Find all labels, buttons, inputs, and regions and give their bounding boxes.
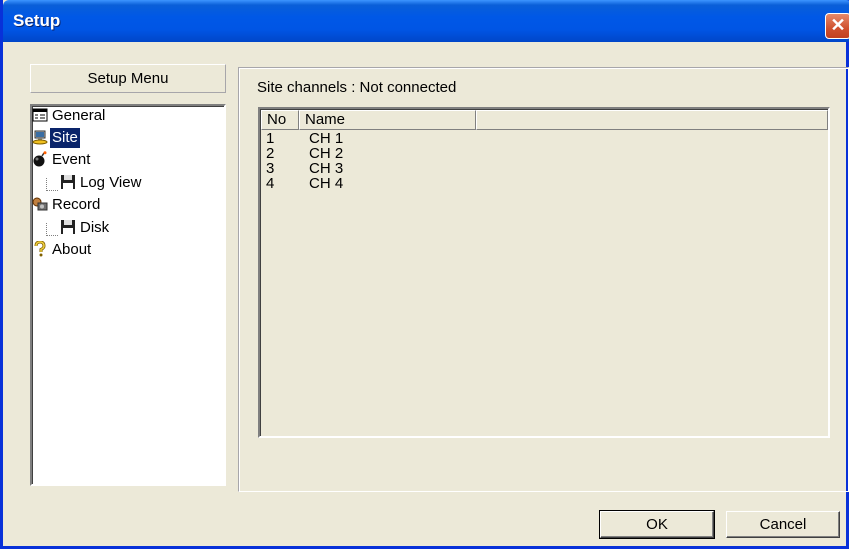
list-item-name[interactable]: CH 4 [309, 176, 343, 191]
tree-item-event[interactable]: Event [32, 150, 92, 170]
list-item-no[interactable]: 1 [266, 131, 274, 146]
close-icon: ✕ [830, 15, 846, 35]
tree-item-label: Event [52, 151, 91, 168]
setup-menu-tree[interactable]: General Site Event Log View Record Disk … [30, 104, 226, 486]
list-item-name[interactable]: CH 3 [309, 161, 343, 176]
ok-button[interactable]: OK [599, 510, 715, 539]
question-mark-icon [32, 240, 48, 257]
setup-menu-header: Setup Menu [30, 64, 226, 93]
list-item-no[interactable]: 2 [266, 146, 274, 161]
list-item-name[interactable]: CH 1 [309, 131, 343, 146]
site-status-text: Site channels : Not connected [257, 79, 457, 96]
tree-item-label: Log View [80, 174, 142, 191]
tree-item-general[interactable]: General [32, 106, 107, 126]
title-bar[interactable]: Setup ✕ [3, 0, 849, 42]
tree-item-label: About [52, 241, 92, 258]
tree-item-log-view[interactable]: Log View [60, 173, 143, 193]
list-item-no[interactable]: 3 [266, 161, 274, 176]
tree-item-label: General [52, 107, 106, 124]
channel-list[interactable]: No Name 1 CH 1 2 CH 2 3 CH 3 4 CH 4 [258, 107, 830, 438]
cancel-button[interactable]: Cancel [726, 511, 840, 538]
tree-item-label: Disk [80, 219, 110, 236]
floppy-disk-icon [60, 219, 76, 235]
bomb-icon [32, 151, 48, 167]
column-header-no[interactable]: No [261, 110, 299, 130]
close-button[interactable]: ✕ [825, 13, 849, 39]
tree-item-record[interactable]: Record [32, 195, 102, 215]
floppy-disk-icon [60, 174, 76, 190]
list-item-name[interactable]: CH 2 [309, 146, 343, 161]
properties-icon [32, 107, 48, 123]
tree-item-label: Record [52, 196, 101, 213]
tree-item-label: Site [49, 127, 81, 149]
setup-dialog: Setup ✕ Setup Menu General Site Event Lo… [0, 0, 849, 549]
network-computer-icon [32, 129, 48, 145]
list-item-no[interactable]: 4 [266, 176, 274, 191]
tree-item-site[interactable]: Site [32, 127, 81, 149]
tree-item-disk[interactable]: Disk [60, 218, 111, 238]
film-camera-icon [32, 196, 48, 212]
column-header-name[interactable]: Name [299, 110, 476, 130]
window-title: Setup [13, 11, 61, 30]
column-header-empty[interactable] [476, 110, 828, 130]
tree-item-about[interactable]: About [32, 240, 93, 260]
